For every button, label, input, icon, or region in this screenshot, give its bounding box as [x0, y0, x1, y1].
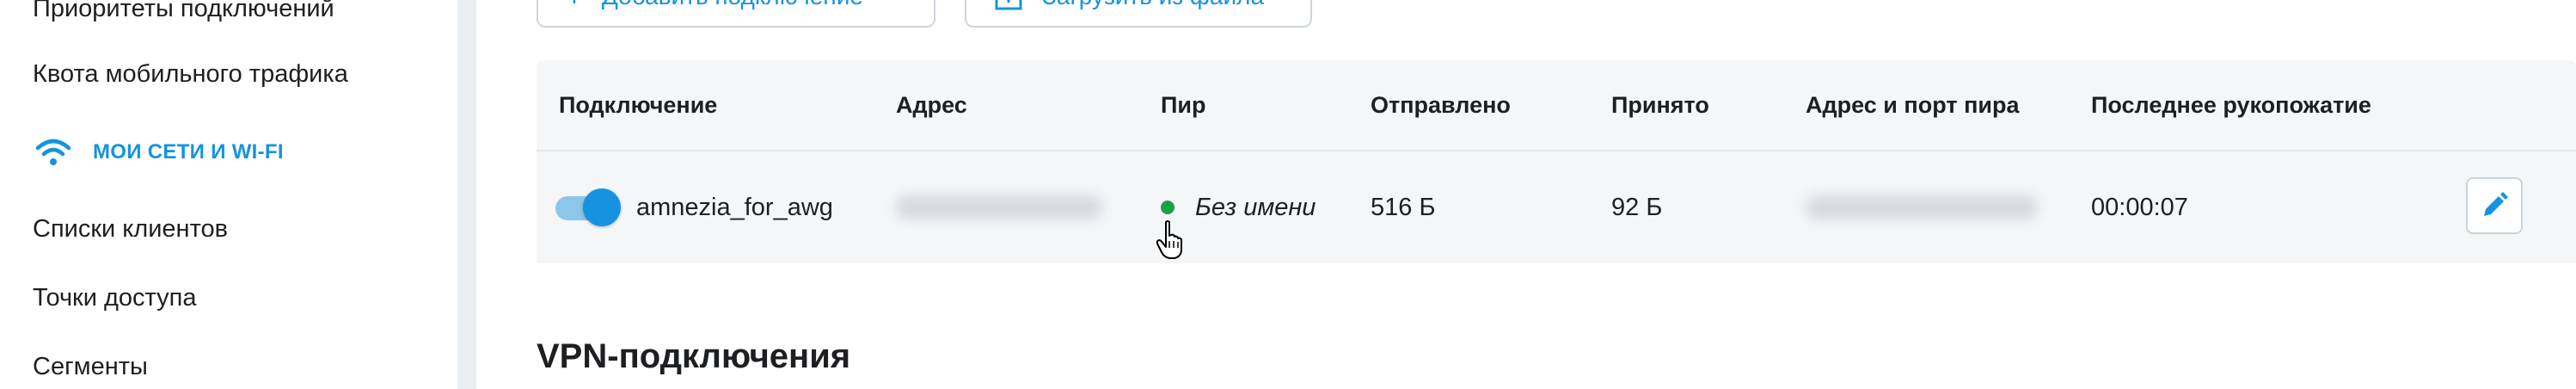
connection-name: amnezia_for_awg — [636, 193, 833, 221]
pointer-cursor-icon — [1156, 220, 1182, 259]
column-header-last-handshake: Последнее рукопожатие — [2091, 92, 2371, 118]
sidebar-item-connection-priorities[interactable]: Приоритеты подключений — [33, 0, 334, 23]
address-value-redacted — [896, 151, 1102, 263]
sidebar-item-client-lists[interactable]: Списки клиентов — [33, 215, 228, 244]
column-header-connection: Подключение — [559, 92, 718, 118]
column-header-peer: Пир — [1161, 92, 1206, 118]
sidebar-section-my-networks[interactable]: МОИ СЕТИ И WI-FI — [34, 138, 284, 167]
column-header-received: Принято — [1611, 92, 1709, 118]
upload-icon — [995, 0, 1022, 10]
sidebar-item-access-points[interactable]: Точки доступа — [33, 284, 196, 312]
pencil-icon — [2484, 192, 2508, 216]
table-header: Подключение Адрес Пир Отправлено Принято… — [537, 60, 2576, 150]
sidebar-item-segments[interactable]: Сегменты — [33, 353, 148, 381]
sidebar-divider — [457, 0, 476, 389]
connection-enabled-toggle[interactable] — [555, 188, 623, 226]
wifi-icon — [35, 139, 71, 165]
peer-status-dot — [1161, 201, 1175, 214]
received-value: 92 Б — [1611, 193, 1663, 221]
add-connection-button[interactable]: + Добавить подключение — [537, 0, 935, 28]
peer-name: Без имени — [1195, 193, 1316, 221]
upload-from-file-label: Загрузить из файла — [1042, 0, 1264, 10]
vpn-connections-heading: VPN-подключения — [537, 337, 851, 375]
sent-value: 516 Б — [1371, 193, 1436, 221]
sidebar-section-label: МОИ СЕТИ И WI-FI — [93, 140, 284, 164]
column-header-address: Адрес — [896, 92, 967, 118]
sidebar-item-mobile-traffic-quota[interactable]: Квота мобильного трафика — [33, 60, 348, 89]
column-header-peer-address-port: Адрес и порт пира — [1806, 92, 2020, 118]
upload-from-file-button[interactable]: Загрузить из файла — [965, 0, 1312, 28]
peer-address-port-redacted — [1806, 151, 2038, 263]
sidebar: Приоритеты подключений Квота мобильного … — [0, 0, 457, 389]
plus-icon: + — [566, 0, 583, 11]
add-connection-label: Добавить подключение — [602, 0, 863, 10]
table-row: amnezia_for_awg Без имени 516 Б 92 Б 00:… — [537, 150, 2576, 263]
edit-connection-button[interactable] — [2466, 177, 2523, 234]
column-header-sent: Отправлено — [1371, 92, 1511, 118]
connections-table: Подключение Адрес Пир Отправлено Принято… — [537, 60, 2576, 263]
last-handshake-value: 00:00:07 — [2091, 193, 2188, 221]
